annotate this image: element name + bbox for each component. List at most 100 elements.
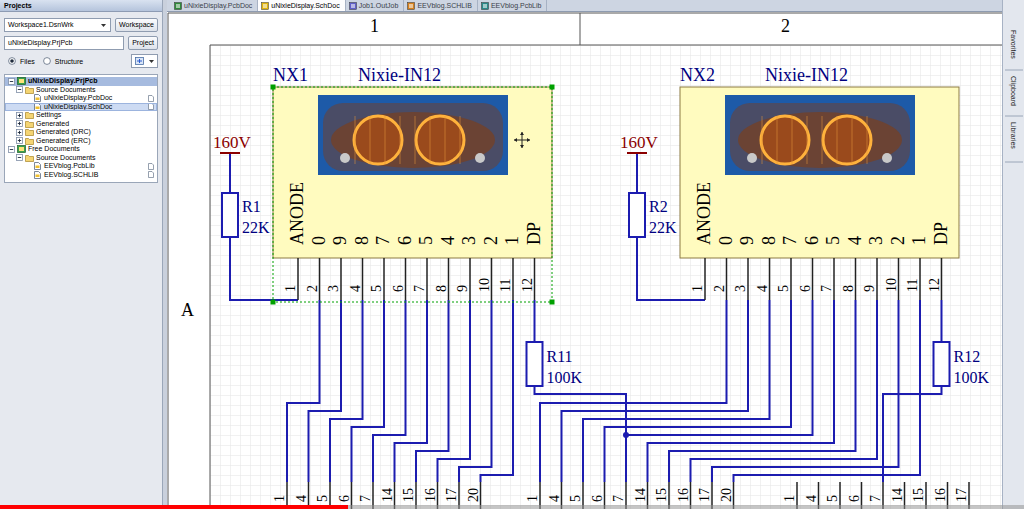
wire[interactable]: [540, 300, 727, 482]
expand-toggle-icon[interactable]: [16, 120, 23, 127]
tree-item[interactable]: EEVblog.PcbLib: [5, 162, 157, 171]
document-tab[interactable]: EEVblog.SCHLIB: [404, 0, 477, 11]
wire[interactable]: [287, 300, 320, 482]
view-toolbar-button[interactable]: [131, 54, 158, 68]
wire[interactable]: [583, 300, 770, 482]
view-option[interactable]: Files: [8, 57, 35, 66]
schematic-sheet[interactable]: 12A1456714151617201456714151617201456714…: [167, 12, 1002, 509]
panel-splitter[interactable]: [163, 0, 167, 509]
component-pin[interactable]: [790, 258, 792, 300]
tree-item[interactable]: uNixieDisplay.PrjPcb: [5, 77, 157, 86]
component-pin[interactable]: [362, 258, 364, 300]
document-tab[interactable]: uNixieDisplay.SchDoc: [258, 0, 345, 11]
component-pin[interactable]: [747, 258, 749, 300]
tree-item[interactable]: uNixieDisplay.SchDoc: [5, 103, 157, 112]
workspace-button[interactable]: Workspace: [115, 18, 158, 32]
expand-toggle-icon[interactable]: [16, 137, 23, 144]
wire[interactable]: [534, 300, 536, 342]
wire[interactable]: [416, 300, 449, 482]
wire[interactable]: [734, 300, 921, 482]
wire[interactable]: [395, 300, 428, 482]
view-option[interactable]: Structure: [43, 57, 83, 66]
expand-toggle-icon[interactable]: [16, 154, 23, 161]
wire[interactable]: [352, 300, 385, 482]
selection-handle[interactable]: [550, 300, 555, 305]
schematic-canvas[interactable]: 12A1456714151617201456714151617201456714…: [167, 12, 1002, 509]
tree-item[interactable]: Generated (ERC): [5, 137, 157, 146]
component-pin[interactable]: [469, 258, 471, 300]
dropdown-arrow-icon[interactable]: [149, 59, 154, 64]
wire[interactable]: [605, 300, 792, 482]
component-pin[interactable]: [319, 258, 321, 300]
component-pin[interactable]: [726, 258, 728, 300]
workspace-dropdown[interactable]: Workspace1.DsnWrk: [4, 18, 111, 32]
document-tab[interactable]: uNixieDisplay.PcbDoc: [171, 0, 258, 11]
wire[interactable]: [941, 300, 943, 342]
selection-handle[interactable]: [271, 85, 276, 90]
project-options-icon[interactable]: [135, 57, 145, 65]
wire[interactable]: [330, 300, 363, 482]
wire[interactable]: [309, 300, 342, 482]
selection-handle[interactable]: [271, 300, 276, 305]
component-pin[interactable]: [812, 258, 814, 300]
expand-toggle-icon[interactable]: [16, 86, 23, 93]
radio-button[interactable]: [43, 57, 51, 65]
project-button[interactable]: Project: [128, 36, 158, 50]
document-tab[interactable]: Job1.OutJob: [346, 0, 405, 11]
wire[interactable]: [459, 300, 492, 482]
side-panel-tab[interactable]: Clipboard: [1005, 76, 1023, 116]
wire[interactable]: [691, 300, 878, 482]
selection-box[interactable]: [271, 85, 555, 305]
wire[interactable]: [373, 300, 406, 482]
video-progress-track[interactable]: [0, 505, 1024, 509]
wire[interactable]: [481, 300, 514, 482]
component-pin[interactable]: [876, 258, 878, 300]
resistor[interactable]: R11100K: [527, 342, 583, 386]
wire[interactable]: [438, 300, 471, 482]
wire[interactable]: [229, 153, 231, 193]
document-tab[interactable]: EEVblog.PcbLib: [478, 0, 548, 11]
component-pin[interactable]: [769, 258, 771, 300]
power-port[interactable]: 160V: [620, 133, 659, 153]
tree-item[interactable]: EEVblog.SCHLIB: [5, 171, 157, 180]
component-pin[interactable]: [704, 258, 706, 300]
resistor[interactable]: R222K: [629, 193, 677, 237]
component-pin[interactable]: [855, 258, 857, 300]
wire[interactable]: [712, 300, 899, 482]
expand-toggle-icon[interactable]: [8, 78, 15, 85]
power-port[interactable]: 160V: [213, 133, 252, 153]
expand-toggle-icon[interactable]: [16, 129, 23, 136]
wire[interactable]: [626, 300, 813, 482]
wire[interactable]: [636, 153, 638, 193]
tree-item[interactable]: Free Documents: [5, 145, 157, 154]
expand-toggle-icon[interactable]: [8, 146, 15, 153]
wire[interactable]: [669, 300, 856, 482]
component-pin[interactable]: [833, 258, 835, 300]
selection-handle[interactable]: [550, 85, 555, 90]
nixie-component[interactable]: NX1Nixie-IN12ANODE1029384756657483921011…: [273, 65, 552, 300]
component-pin[interactable]: [405, 258, 407, 300]
resistor[interactable]: R122K: [222, 193, 270, 237]
tree-item[interactable]: Source Documents: [5, 86, 157, 95]
wire[interactable]: [562, 300, 749, 482]
component-pin[interactable]: [426, 258, 428, 300]
dropdown-arrow-icon[interactable]: [100, 22, 107, 29]
tree-item[interactable]: Generated: [5, 120, 157, 129]
side-panel-tab[interactable]: Favorites: [1005, 30, 1023, 70]
nixie-component[interactable]: NX2Nixie-IN12ANODE1029384756657483921011…: [680, 65, 959, 300]
radio-button[interactable]: [8, 57, 16, 65]
tree-item[interactable]: Source Documents: [5, 154, 157, 163]
component-pin[interactable]: [448, 258, 450, 300]
tree-item[interactable]: Settings: [5, 111, 157, 120]
component-pin[interactable]: [297, 258, 299, 300]
expand-toggle-icon[interactable]: [16, 112, 23, 119]
project-field[interactable]: uNixieDisplay.PrjPcb: [4, 36, 124, 50]
side-panel-tab[interactable]: Libraries: [1005, 122, 1023, 162]
wire[interactable]: [883, 386, 942, 482]
tree-item[interactable]: Generated (DRC): [5, 128, 157, 137]
resistor[interactable]: R12100K: [934, 342, 990, 386]
component-pin[interactable]: [340, 258, 342, 300]
tree-item[interactable]: uNixieDisplay.PcbDoc: [5, 94, 157, 103]
wire[interactable]: [648, 300, 835, 482]
component-pin[interactable]: [383, 258, 385, 300]
